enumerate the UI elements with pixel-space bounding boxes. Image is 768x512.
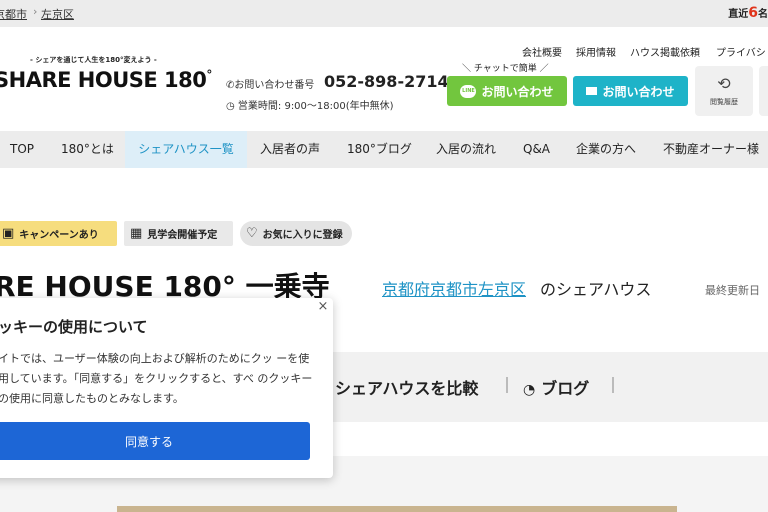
cookie-body: イトでは、ユーザー体験の向上および解析のためにクッ ーを使用しています。「同意す… [0, 352, 313, 405]
blog-link[interactable]: ◔ ブログ [523, 375, 589, 399]
nav-faq[interactable]: Q&A [523, 131, 550, 168]
recent-count: 6 [748, 5, 758, 21]
breadcrumb-bar: 京都市 › 左京区 直近6名 [0, 0, 768, 27]
location-suffix: のシェアハウス [540, 280, 652, 299]
nav-about[interactable]: 180°とは [61, 131, 114, 168]
favorite-button[interactable]: ♡ お気に入りに登録 [240, 221, 352, 246]
tour-badge: ▦ 見学会開催予定 [124, 221, 233, 246]
last-updated: 最終更新日 [705, 284, 760, 297]
tagline: - シェアを通じて人生を180°変えよう - [30, 56, 157, 64]
property-photo [117, 506, 677, 512]
company-link[interactable]: 会社概要 [522, 44, 562, 59]
phone-label: ✆お問い合わせ番号 [226, 76, 314, 91]
tour-label: 見学会開催予定 [147, 230, 218, 241]
privacy-link[interactable]: プライバシ [716, 44, 766, 59]
nav-sharehouse-list[interactable]: シェアハウス一覧 [125, 131, 247, 168]
nav-resident-voices[interactable]: 入居者の声 [260, 131, 320, 168]
line-icon: LINE [460, 84, 477, 98]
breadcrumb-separator: › [33, 5, 38, 18]
cookie-title: ッキーの使用について [0, 318, 148, 336]
close-icon[interactable]: × [316, 300, 330, 314]
menu-divider [612, 377, 614, 393]
site-logo[interactable]: SHARE HOUSE 180° [0, 68, 212, 92]
history-icon: ⟲ [717, 74, 731, 93]
main-nav: TOP 180°とは シェアハウス一覧 入居者の声 180°ブログ 入居の流れ … [0, 131, 768, 168]
logo-text: SHARE HOUSE 180 [0, 68, 207, 92]
calendar-icon: ▦ [130, 226, 143, 241]
careers-link[interactable]: 採用情報 [576, 44, 616, 59]
phone-label-text: お問い合わせ番号 [234, 80, 315, 91]
gift-icon: ▣ [2, 226, 15, 241]
mail-contact-button[interactable]: お問い合わせ [573, 76, 688, 106]
nav-for-owners[interactable]: 不動産オーナー様 [663, 131, 759, 168]
campaign-label: キャンペーンあり [19, 230, 99, 241]
mail-icon [586, 87, 598, 95]
menu-divider [506, 377, 508, 393]
recent-prefix: 直近 [728, 9, 749, 20]
recent-viewers: 直近6名 [728, 5, 768, 21]
header-extra-button[interactable] [759, 66, 768, 116]
nav-move-in-flow[interactable]: 入居の流れ [436, 131, 496, 168]
mail-contact-label: お問い合わせ [602, 84, 675, 99]
rss-icon: ◔ [523, 382, 536, 398]
recent-suffix: 名 [758, 9, 768, 20]
heart-icon: ♡ [246, 226, 258, 241]
breadcrumb-sakyo-link[interactable]: 左京区 [41, 6, 74, 22]
history-button[interactable]: ⟲ 閲覧履歴 [695, 66, 753, 116]
cookie-agree-button[interactable]: 同意する [0, 422, 310, 460]
business-hours-text: 営業時間: 9:00〜18:00(年中無休) [237, 101, 394, 112]
nav-blog[interactable]: 180°ブログ [347, 131, 412, 168]
favorite-label: お気に入りに登録 [262, 230, 343, 241]
line-contact-label: お問い合わせ [481, 84, 554, 99]
nav-top[interactable]: TOP [10, 131, 34, 168]
line-contact-button[interactable]: LINE お問い合わせ [447, 76, 567, 106]
location-link[interactable]: 京都府京都市左京区 [382, 276, 526, 300]
campaign-badge: ▣ キャンペーンあり [0, 221, 117, 246]
listing-request-link[interactable]: ハウス掲載依頼 [630, 44, 700, 59]
compare-sharehouse-link[interactable]: シェアハウスを比較 [335, 375, 478, 399]
chat-note: ＼ チャットで簡単 ／ [462, 64, 549, 74]
phone-number[interactable]: 052-898-2714 [324, 72, 449, 91]
clock-icon: ◷ [226, 101, 238, 112]
business-hours: ◷ 営業時間: 9:00〜18:00(年中無休) [226, 97, 394, 112]
blog-label: ブログ [541, 379, 590, 398]
history-label: 閲覧履歴 [710, 98, 738, 106]
nav-for-companies[interactable]: 企業の方へ [576, 131, 636, 168]
logo-degree: ° [206, 68, 212, 82]
breadcrumb-kyoto-link[interactable]: 京都市 [0, 6, 27, 22]
